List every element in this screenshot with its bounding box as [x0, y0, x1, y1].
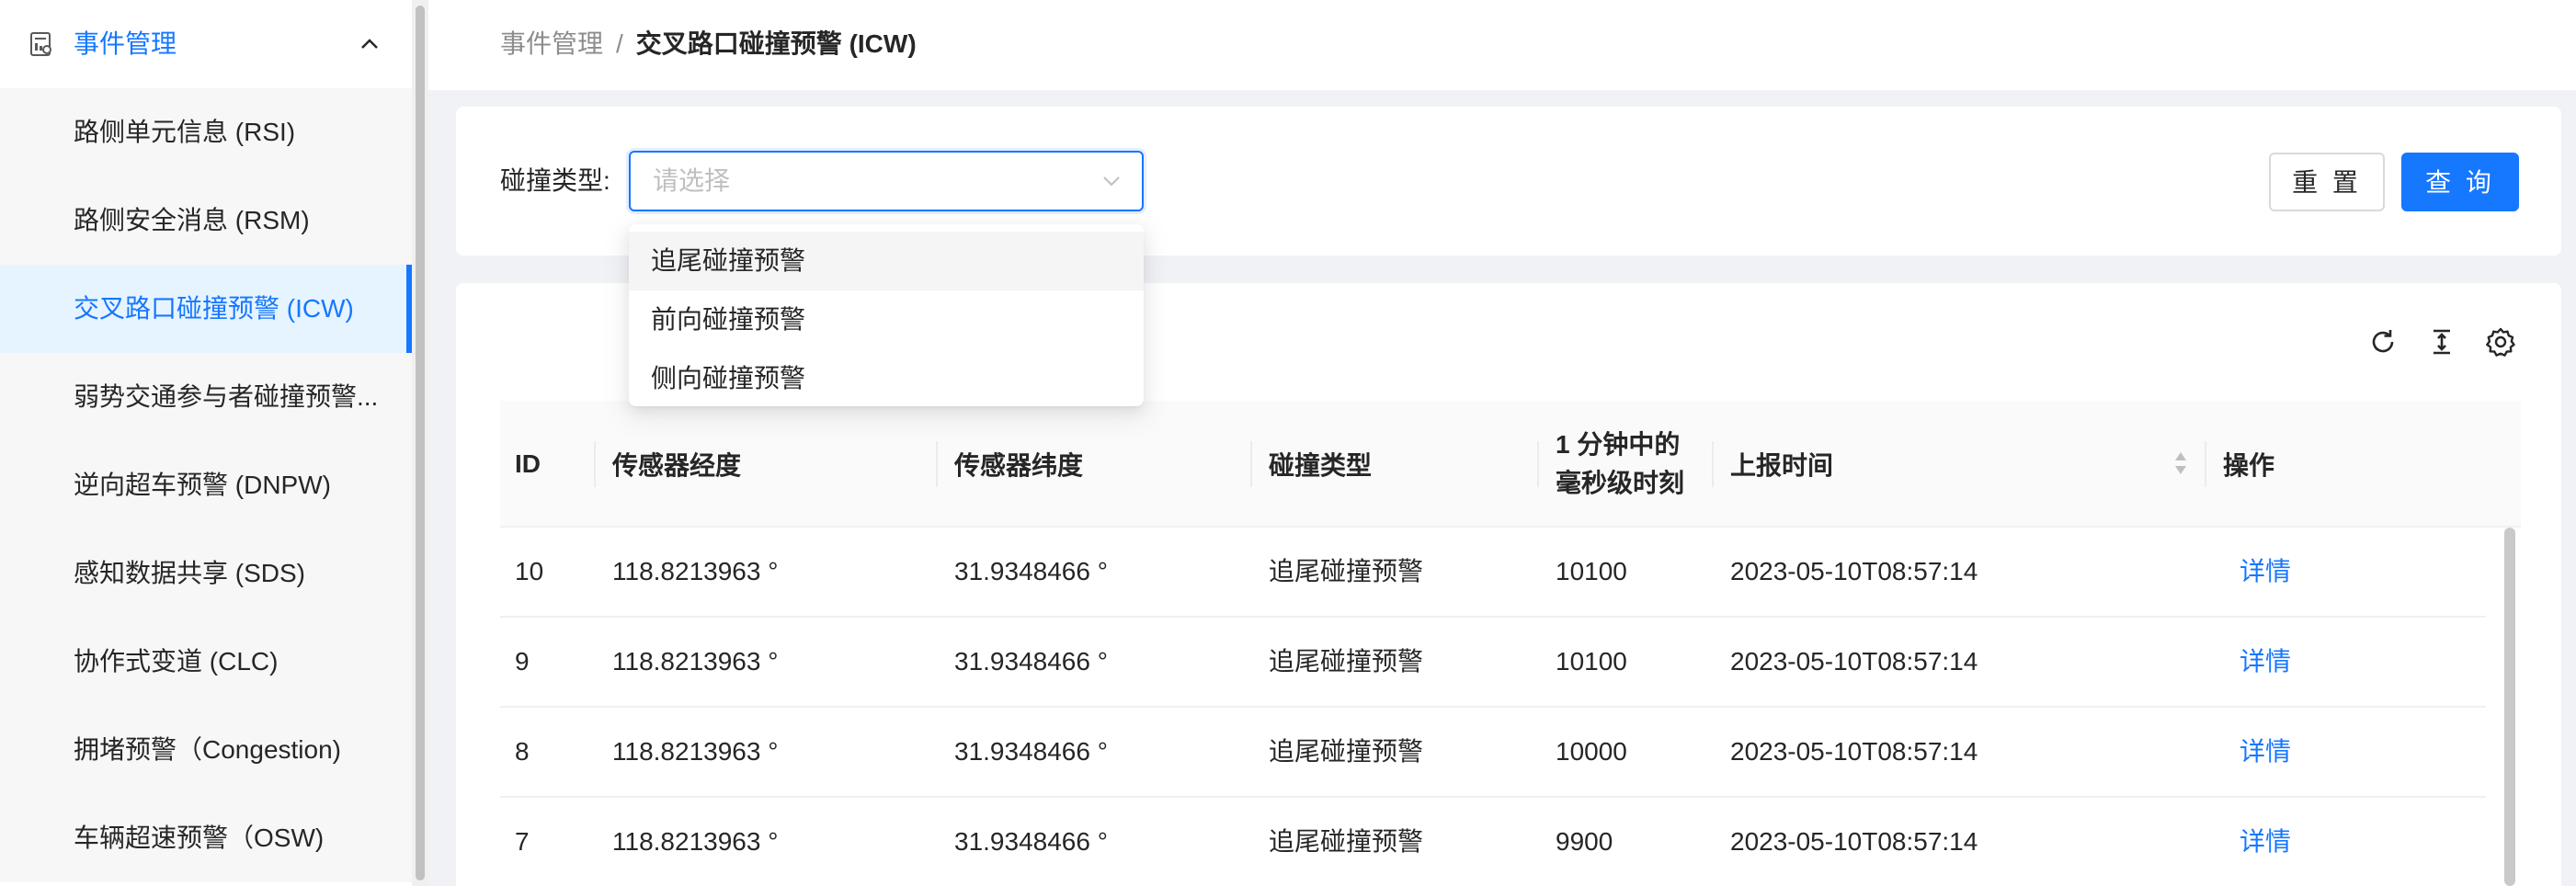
cell-latitude: 31.9348466 ° — [954, 557, 1108, 585]
breadcrumb-separator: / — [616, 29, 623, 58]
sidebar-item-label: 逆向超车预警 (DNPW) — [74, 471, 331, 499]
sidebar-item-label: 协作式变道 (CLC) — [74, 647, 279, 676]
cell-collision-type: 追尾碰撞预警 — [1269, 557, 1424, 585]
sidebar-item[interactable]: 感知数据共享 (SDS) — [0, 529, 412, 618]
sidebar-item-label: 拥堵预警（Congestion) — [74, 735, 341, 764]
cell-ms-time: 10100 — [1556, 647, 1627, 676]
col-header-ms-line2: 毫秒级时刻 — [1556, 469, 1685, 497]
column-divider — [1537, 441, 1539, 487]
col-header-action: 操作 — [2223, 451, 2275, 480]
col-header-latitude: 传感器纬度 — [954, 451, 1084, 480]
cell-collision-type: 追尾碰撞预警 — [1269, 827, 1424, 856]
cell-longitude: 118.8213963 ° — [612, 557, 779, 585]
settings-icon[interactable] — [2484, 325, 2517, 358]
sidebar-item-label: 感知数据共享 (SDS) — [74, 559, 306, 587]
details-link[interactable]: 详情 — [2240, 528, 2291, 616]
dropdown-option[interactable]: 侧向碰撞预警 — [629, 349, 1144, 408]
details-link[interactable]: 详情 — [2240, 708, 2291, 796]
column-divider — [594, 441, 596, 487]
cell-collision-type: 追尾碰撞预警 — [1269, 647, 1424, 676]
column-height-icon[interactable] — [2425, 325, 2458, 358]
select-placeholder: 请选择 — [653, 166, 731, 195]
table-row: 10 118.8213963 ° 31.9348466 ° 追尾碰撞预警 10100 20… — [500, 528, 2486, 618]
column-divider — [2205, 441, 2206, 487]
sidebar-item[interactable]: 逆向超车预警 (DNPW) — [0, 441, 412, 529]
breadcrumb-parent[interactable]: 事件管理 — [500, 29, 603, 58]
col-header-ms-time: 1 分钟中的 毫秒级时刻 — [1556, 401, 1684, 528]
details-link[interactable]: 详情 — [2240, 618, 2291, 706]
cell-longitude: 118.8213963 ° — [612, 647, 779, 676]
sidebar-item[interactable]: 路侧安全消息 (RSM) — [0, 176, 412, 265]
col-header-report-time[interactable]: 上报时间 — [1730, 401, 1833, 528]
sidebar-item[interactable]: 协作式变道 (CLC) — [0, 618, 412, 706]
breadcrumb: 事件管理 / 交叉路口碰撞预警 (ICW) — [500, 0, 917, 88]
dropdown-option[interactable]: 追尾碰撞预警 — [629, 232, 1144, 290]
cell-longitude: 118.8213963 ° — [612, 827, 779, 856]
sidebar-item[interactable]: 路侧单元信息 (RSI) — [0, 88, 412, 176]
table-scrollbar-thumb[interactable] — [2504, 528, 2515, 886]
table-row: 7 118.8213963 ° 31.9348466 ° 追尾碰撞预警 9900 2023… — [500, 798, 2486, 886]
sidebar-item-label: 交叉路口碰撞预警 (ICW) — [74, 294, 354, 323]
cell-ms-time: 10000 — [1556, 737, 1627, 766]
table-row: 9 118.8213963 ° 31.9348466 ° 追尾碰撞预警 10100 202… — [500, 618, 2486, 708]
sidebar-group-event-management[interactable]: 事件管理 — [0, 0, 412, 88]
sidebar-item[interactable]: 弱势交通参与者碰撞预警... — [0, 353, 412, 441]
breadcrumb-current: 交叉路口碰撞预警 (ICW) — [635, 29, 917, 58]
cell-report-time: 2023-05-10T08:57:14 — [1730, 557, 1978, 585]
cell-id: 10 — [515, 557, 544, 585]
cell-ms-time: 10100 — [1556, 557, 1627, 585]
column-divider — [1250, 441, 1252, 487]
sidebar: 事件管理 路侧单元信息 (RSI) 路侧安全消息 (RSM) 交叉路口碰撞预警 (I… — [0, 0, 412, 886]
sidebar-item-label: 路侧安全消息 (RSM) — [74, 206, 310, 234]
chevron-down-icon — [1103, 176, 1120, 187]
col-header-longitude: 传感器经度 — [612, 451, 742, 480]
dropdown-option[interactable]: 前向碰撞预警 — [629, 290, 1144, 349]
refresh-icon[interactable] — [2366, 325, 2399, 358]
cell-ms-time: 9900 — [1556, 827, 1613, 856]
column-divider — [1712, 441, 1714, 487]
sidebar-item[interactable]: 交叉路口碰撞预警 (ICW) — [0, 265, 412, 353]
table-header: ID 传感器经度 传感器纬度 碰撞类型 1 分钟中的 毫秒级时刻 上报时间 操作 — [500, 401, 2521, 528]
sidebar-menu: 路侧单元信息 (RSI) 路侧安全消息 (RSM) 交叉路口碰撞预警 (ICW) 弱势… — [0, 88, 412, 882]
header-bar: 事件管理 / 交叉路口碰撞预警 (ICW) — [428, 0, 2576, 90]
col-header-ms-line1: 1 分钟中的 — [1556, 430, 1681, 459]
collision-type-dropdown: 追尾碰撞预警 前向碰撞预警 侧向碰撞预警 — [629, 224, 1144, 406]
chevron-up-icon[interactable] — [357, 33, 382, 55]
cell-report-time: 2023-05-10T08:57:14 — [1730, 737, 1978, 766]
cell-id: 7 — [515, 827, 530, 856]
cell-report-time: 2023-05-10T08:57:14 — [1730, 827, 1978, 856]
column-divider — [936, 441, 938, 487]
sort-icon[interactable] — [2173, 449, 2188, 478]
reset-button[interactable]: 重 置 — [2269, 153, 2385, 211]
sidebar-group-label: 事件管理 — [74, 29, 177, 58]
cell-collision-type: 追尾碰撞预警 — [1269, 737, 1424, 766]
details-link[interactable]: 详情 — [2240, 798, 2291, 886]
table-row: 8 118.8213963 ° 31.9348466 ° 追尾碰撞预警 10000 202… — [500, 708, 2486, 798]
col-header-id: ID — [515, 449, 541, 478]
col-header-collision-type: 碰撞类型 — [1269, 451, 1373, 480]
sidebar-item[interactable]: 拥堵预警（Congestion) — [0, 706, 412, 794]
query-button[interactable]: 查 询 — [2401, 153, 2519, 211]
sidebar-scrollbar-thumb[interactable] — [416, 6, 425, 880]
cell-latitude: 31.9348466 ° — [954, 827, 1108, 856]
sidebar-item[interactable]: 车辆超速预警（OSW) — [0, 794, 412, 882]
cell-latitude: 31.9348466 ° — [954, 647, 1108, 676]
sidebar-item-label: 弱势交通参与者碰撞预警... — [74, 382, 379, 411]
collision-type-label: 碰撞类型: — [500, 166, 610, 195]
cell-id: 9 — [515, 647, 530, 676]
cell-id: 8 — [515, 737, 530, 766]
sidebar-item-label: 路侧单元信息 (RSI) — [74, 118, 296, 146]
cell-latitude: 31.9348466 ° — [954, 737, 1108, 766]
sidebar-item-label: 车辆超速预警（OSW) — [74, 824, 325, 852]
cell-report-time: 2023-05-10T08:57:14 — [1730, 647, 1978, 676]
cell-longitude: 118.8213963 ° — [612, 737, 779, 766]
document-chart-icon — [30, 32, 51, 56]
collision-type-select[interactable]: 请选择 — [629, 151, 1144, 211]
